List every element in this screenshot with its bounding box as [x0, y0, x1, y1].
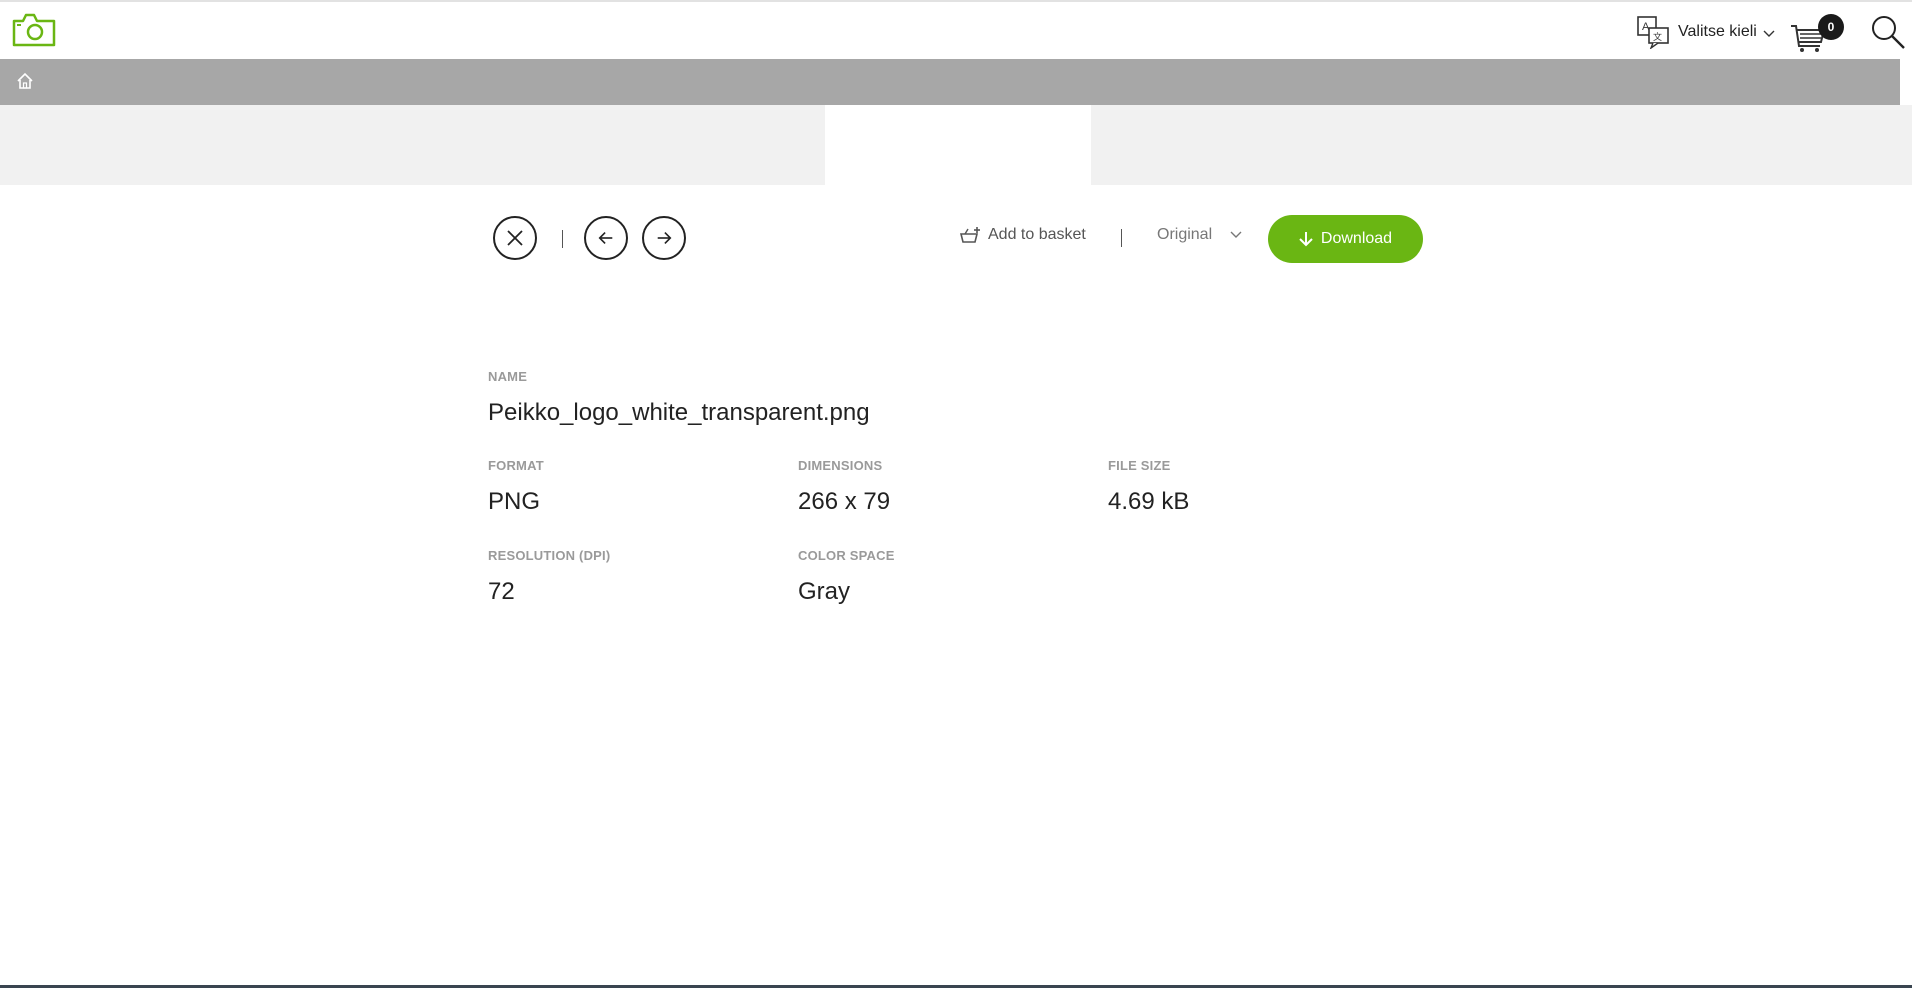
- format-label: FORMAT: [488, 458, 544, 473]
- close-icon: [507, 230, 523, 246]
- name-label: NAME: [488, 369, 528, 384]
- header: A 文 Valitse kieli 0: [0, 2, 1912, 59]
- toolbar-divider: [1121, 229, 1122, 247]
- add-to-basket-button[interactable]: Add to basket: [960, 225, 1086, 245]
- camera-logo-icon[interactable]: [11, 12, 57, 48]
- home-icon[interactable]: [15, 71, 35, 91]
- resolution-value: 72: [488, 578, 515, 605]
- basket-button[interactable]: 0: [1790, 14, 1844, 52]
- download-button[interactable]: Download: [1268, 215, 1423, 263]
- download-label: Download: [1320, 230, 1393, 247]
- size-select[interactable]: Original: [1157, 226, 1242, 244]
- basket-count-badge: 0: [1818, 14, 1844, 40]
- size-select-value: Original: [1157, 226, 1213, 243]
- search-icon: [1872, 16, 1905, 49]
- dimensions-label: DIMENSIONS: [798, 458, 883, 473]
- language-selector[interactable]: A 文 Valitse kieli: [1636, 14, 1775, 50]
- colorspace-value: Gray: [798, 578, 851, 605]
- image-preview: [825, 105, 1091, 185]
- close-button[interactable]: [493, 216, 537, 260]
- toolbar-divider: [562, 230, 563, 248]
- chevron-down-icon: [1230, 231, 1242, 238]
- basket-add-icon: [960, 227, 980, 243]
- translate-icon: A 文: [1637, 16, 1669, 49]
- breadcrumb: [0, 59, 1900, 105]
- next-button[interactable]: [642, 216, 686, 260]
- arrow-left-icon: [598, 232, 613, 244]
- image-preview-area: [0, 105, 1912, 185]
- chevron-down-icon: [1763, 30, 1775, 37]
- add-to-basket-label: Add to basket: [988, 226, 1086, 243]
- filesize-value: 4.69 kB: [1108, 488, 1190, 515]
- filesize-label: FILE SIZE: [1108, 458, 1171, 473]
- name-value: Peikko_logo_white_transparent.png: [488, 399, 870, 426]
- download-arrow-icon: [1299, 232, 1313, 247]
- previous-button[interactable]: [584, 216, 628, 260]
- svg-text:文: 文: [1653, 31, 1662, 42]
- dimensions-value: 266 x 79: [798, 488, 891, 515]
- search-button[interactable]: [1870, 14, 1906, 50]
- format-value: PNG: [488, 488, 541, 515]
- language-label: Valitse kieli: [1678, 23, 1757, 40]
- colorspace-label: COLOR SPACE: [798, 548, 895, 563]
- arrow-right-icon: [657, 232, 672, 244]
- resolution-label: RESOLUTION (DPI): [488, 548, 611, 563]
